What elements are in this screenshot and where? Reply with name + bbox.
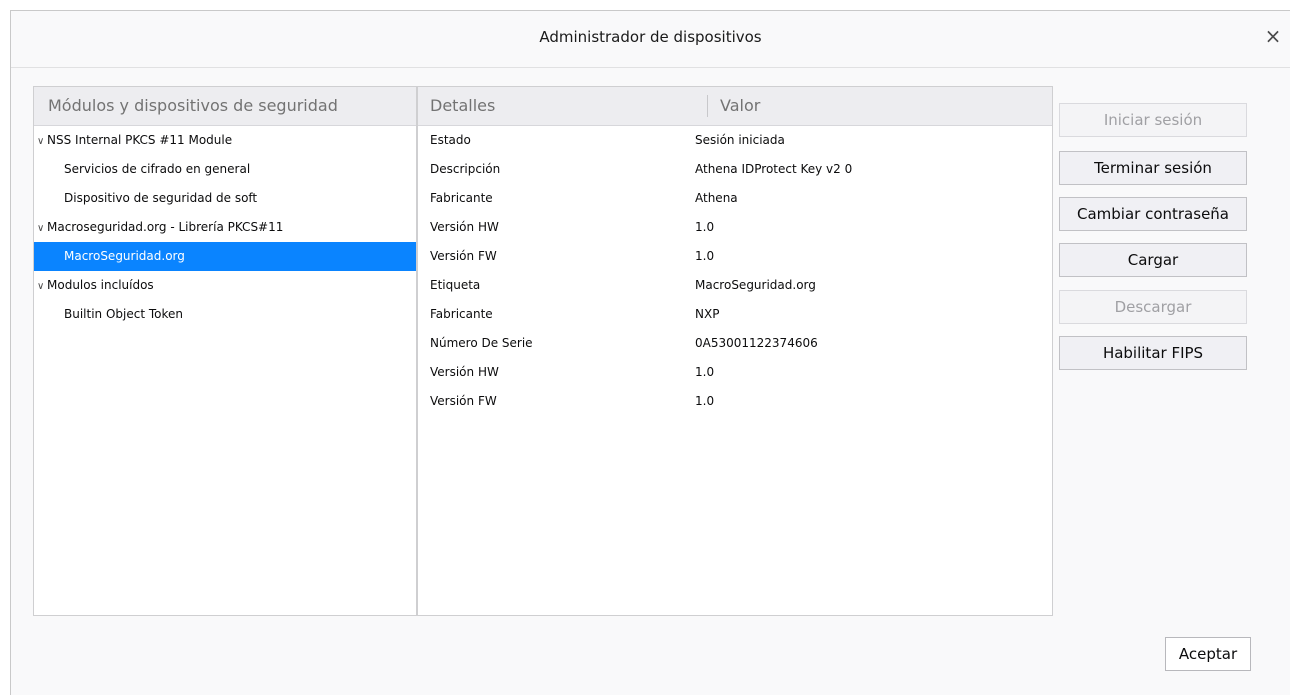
table-row[interactable]: Estado Sesión iniciada [418, 126, 1052, 155]
detail-name: Versión FW [430, 394, 497, 408]
ok-button[interactable]: Aceptar [1165, 637, 1251, 671]
unload-button[interactable]: Descargar [1059, 290, 1247, 324]
detail-name: Versión HW [430, 220, 499, 234]
tree-item-builtin-modules[interactable]: ∨ Modulos incluídos [34, 271, 416, 300]
detail-value: 1.0 [695, 249, 715, 263]
table-row[interactable]: Número De Serie 0A53001122374606 [418, 329, 1052, 358]
detail-name: Número De Serie [430, 336, 533, 350]
detail-value: Athena [695, 191, 738, 205]
details-header: Detalles Valor [418, 87, 1052, 126]
column-header-details[interactable]: Detalles [430, 87, 495, 125]
tree-item-label: MacroSeguridad.org [64, 249, 185, 263]
tree-item-label: Macroseguridad.org - Librería PKCS#11 [47, 220, 284, 234]
detail-name: Versión FW [430, 249, 497, 263]
detail-value: Sesión iniciada [695, 133, 785, 147]
tree-item-macroseguridad-library[interactable]: ∨ Macroseguridad.org - Librería PKCS#11 [34, 213, 416, 242]
table-row[interactable]: Versión FW 1.0 [418, 242, 1052, 271]
tree-item-label: Builtin Object Token [64, 307, 184, 321]
close-icon[interactable]: × [1262, 24, 1284, 48]
tree-item-software-device[interactable]: Dispositivo de seguridad de soft [34, 184, 416, 213]
detail-value: NXP [695, 307, 720, 321]
table-row[interactable]: Fabricante Athena [418, 184, 1052, 213]
load-button[interactable]: Cargar [1059, 243, 1247, 277]
login-button[interactable]: Iniciar sesión [1059, 103, 1247, 137]
security-modules-tree[interactable]: Módulos y dispositivos de seguridad ∨ NSS… [33, 86, 417, 616]
column-separator[interactable] [707, 95, 708, 117]
change-password-button[interactable]: Cambiar contraseña [1059, 197, 1247, 231]
tree-column-header[interactable]: Módulos y dispositivos de seguridad [34, 87, 416, 126]
details-rows: Estado Sesión iniciada Descripción Athena I… [418, 126, 1052, 416]
detail-value: 1.0 [695, 220, 715, 234]
tree-item-label: Dispositivo de seguridad de soft [64, 191, 258, 205]
column-header-value[interactable]: Valor [720, 87, 760, 125]
tree-item-label: NSS Internal PKCS #11 Module [47, 133, 233, 147]
detail-value: Athena IDProtect Key v2 0 [695, 162, 853, 176]
dialog-title: Administrador de dispositivos [539, 28, 762, 46]
table-row[interactable]: Descripción Athena IDProtect Key v2 0 [418, 155, 1052, 184]
chevron-down-icon[interactable]: ∨ [37, 214, 47, 243]
tree-item-builtin-token[interactable]: Builtin Object Token [34, 300, 416, 329]
detail-value: 0A53001122374606 [695, 336, 818, 350]
tree-item-macroseguridad-token[interactable]: MacroSeguridad.org [34, 242, 416, 271]
chevron-down-icon[interactable]: ∨ [37, 127, 47, 156]
chevron-down-icon[interactable]: ∨ [37, 272, 47, 301]
detail-value: 1.0 [695, 394, 715, 408]
detail-value: MacroSeguridad.org [695, 278, 816, 292]
detail-name: Etiqueta [430, 278, 481, 292]
logout-button[interactable]: Terminar sesión [1059, 151, 1247, 185]
table-row[interactable]: Fabricante NXP [418, 300, 1052, 329]
table-row[interactable]: Versión FW 1.0 [418, 387, 1052, 416]
detail-name: Versión HW [430, 365, 499, 379]
detail-name: Estado [430, 133, 471, 147]
table-row[interactable]: Versión HW 1.0 [418, 213, 1052, 242]
detail-name: Fabricante [430, 307, 493, 321]
detail-name: Fabricante [430, 191, 493, 205]
details-table[interactable]: Detalles Valor Estado Sesión iniciada Desc… [417, 86, 1053, 616]
detail-name: Descripción [430, 162, 501, 176]
tree-item-label: Modulos incluídos [47, 278, 154, 292]
tree-item-crypto-services[interactable]: Servicios de cifrado en general [34, 155, 416, 184]
tree-item-label: Servicios de cifrado en general [64, 162, 251, 176]
table-row[interactable]: Etiqueta MacroSeguridad.org [418, 271, 1052, 300]
detail-value: 1.0 [695, 365, 715, 379]
enable-fips-button[interactable]: Habilitar FIPS [1059, 336, 1247, 370]
title-bar: Administrador de dispositivos × [11, 11, 1290, 68]
table-row[interactable]: Versión HW 1.0 [418, 358, 1052, 387]
tree-item-nss-module[interactable]: ∨ NSS Internal PKCS #11 Module [34, 126, 416, 155]
